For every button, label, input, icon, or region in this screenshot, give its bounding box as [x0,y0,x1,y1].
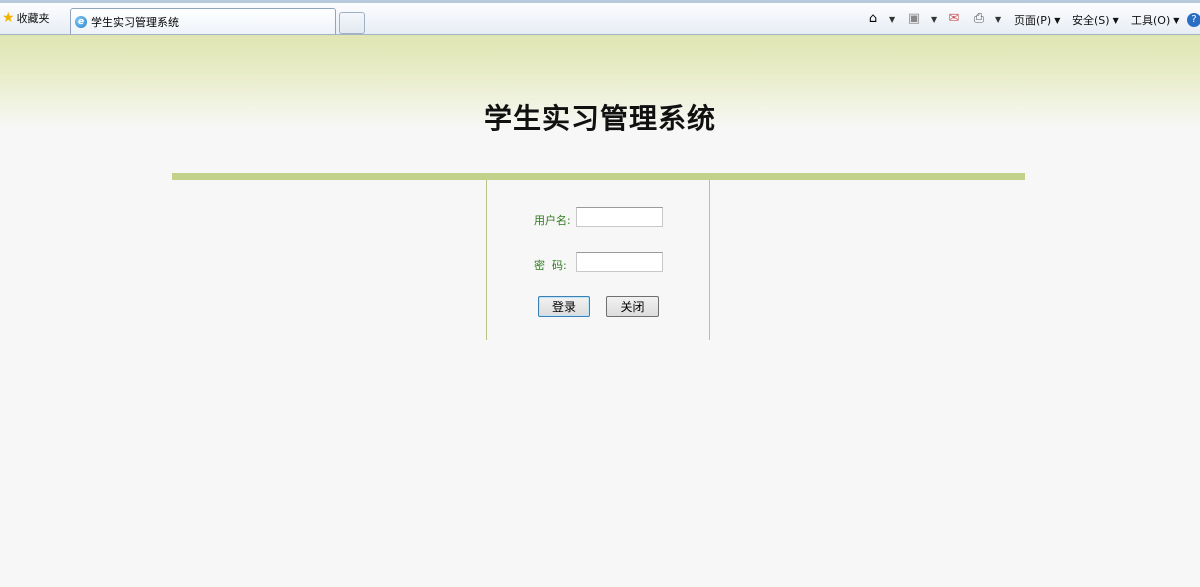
print-icon[interactable]: ⎙ [971,11,987,27]
ie-icon: e [75,15,87,28]
password-label: 密 码: [534,259,567,272]
menu-tools-label: 工具(O) [1131,14,1171,27]
login-button[interactable]: 登录 [538,296,590,317]
help-icon[interactable]: ? [1187,13,1200,27]
password-input[interactable] [576,252,663,272]
home-dropdown-icon[interactable]: ▼ [889,15,895,24]
menu-page[interactable]: 页面(P) ▼ [1014,12,1060,28]
favorites-button[interactable]: ★ 收藏夹 [2,10,50,26]
login-panel: 用户名: 密 码: 登录 关闭 [486,180,710,340]
mail-icon[interactable]: ✉ [946,11,962,27]
close-button[interactable]: 关闭 [606,296,659,317]
feeds-dropdown-icon[interactable]: ▼ [931,15,937,24]
page-title: 学生实习管理系统 [483,102,716,135]
menu-safety[interactable]: 安全(S) ▼ [1072,12,1119,28]
chevron-down-icon: ▼ [1054,15,1061,25]
print-dropdown-icon[interactable]: ▼ [995,15,1001,24]
menu-page-label: 页面(P) [1014,14,1052,27]
favorites-label: 收藏夹 [16,12,50,25]
page-content: 学生实习管理系统 用户名: 密 码: 登录 关闭 [0,35,1200,587]
divider-bar [172,173,1025,180]
home-icon[interactable]: ⌂ [865,11,881,27]
new-tab-button[interactable] [339,12,365,34]
feeds-icon[interactable]: ▣ [906,11,922,27]
tab-title: 学生实习管理系统 [91,15,179,29]
browser-toolbar: ★ 收藏夹 e 学生实习管理系统 ⌂ ▼ ▣ ▼ ✉ ⎙ ▼ 页面(P) ▼ 安… [0,0,1200,35]
star-icon: ★ [2,10,15,26]
chevron-down-icon: ▼ [1173,15,1180,25]
menu-safety-label: 安全(S) [1072,14,1110,27]
chevron-down-icon: ▼ [1112,15,1119,25]
browser-tab[interactable]: e 学生实习管理系统 [70,8,336,34]
menu-tools[interactable]: 工具(O) ▼ [1131,12,1179,28]
username-input[interactable] [576,207,663,227]
